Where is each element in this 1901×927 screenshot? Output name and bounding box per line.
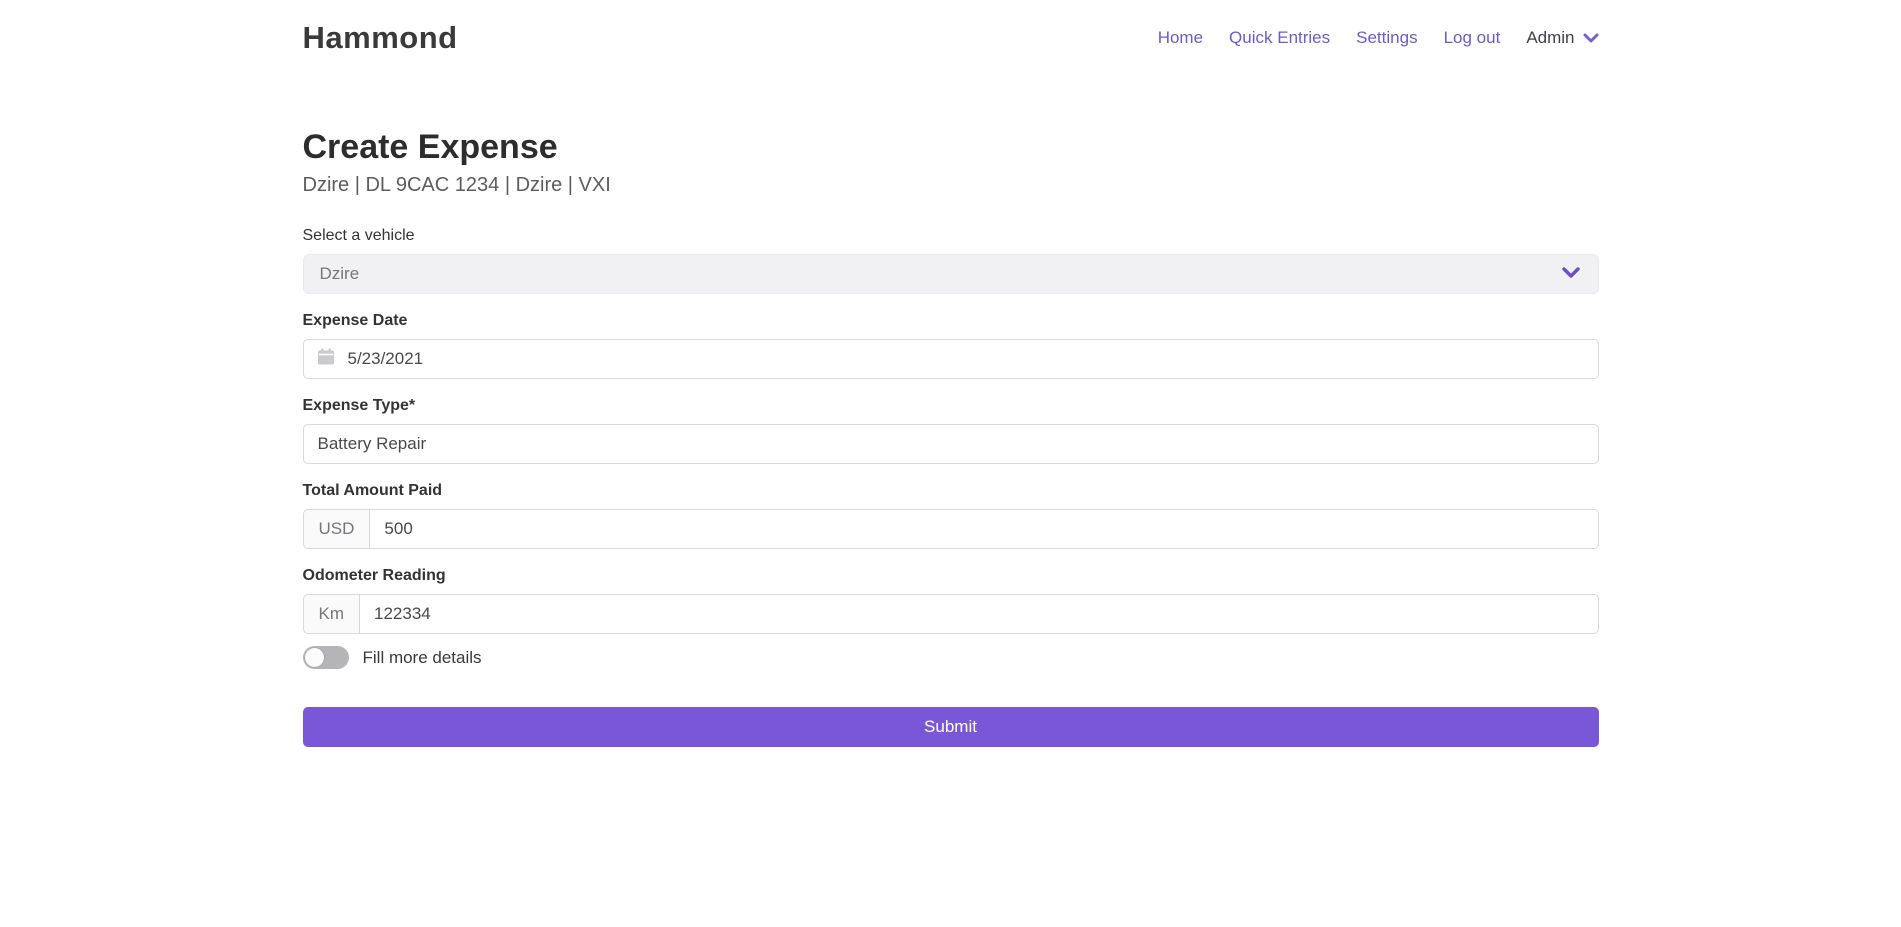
chevron-down-icon (1583, 33, 1599, 43)
total-amount-field-group: Total Amount Paid USD (303, 482, 1599, 549)
vehicle-select-value: Dzire (320, 264, 360, 284)
vehicle-summary: Dzire | DL 9CAC 1234 | Dzire | VXI (303, 174, 1599, 197)
admin-menu[interactable]: Admin (1526, 28, 1598, 48)
nav-link-quick-entries[interactable]: Quick Entries (1229, 28, 1330, 48)
vehicle-field-group: Select a vehicle Dzire (303, 227, 1599, 294)
currency-addon: USD (303, 509, 370, 549)
main-content: Create Expense Dzire | DL 9CAC 1234 | Dz… (291, 128, 1611, 747)
submit-button[interactable]: Submit (303, 707, 1599, 747)
odometer-input[interactable] (359, 594, 1599, 634)
unit-addon: Km (303, 594, 360, 634)
top-navbar: Hammond Home Quick Entries Settings Log … (0, 0, 1901, 76)
toggle-knob (305, 648, 324, 667)
expense-type-input[interactable] (303, 424, 1599, 464)
vehicle-select-label: Select a vehicle (303, 227, 1599, 245)
brand-logo[interactable]: Hammond (303, 20, 458, 56)
chevron-down-icon (1562, 265, 1580, 283)
total-amount-label: Total Amount Paid (303, 482, 1599, 500)
fill-more-details-row: Fill more details (303, 646, 1599, 669)
expense-type-field-group: Expense Type* (303, 397, 1599, 464)
nav-link-settings[interactable]: Settings (1356, 28, 1417, 48)
page-title: Create Expense (303, 128, 1599, 167)
odometer-label: Odometer Reading (303, 567, 1599, 585)
expense-date-field-group: Expense Date (303, 312, 1599, 379)
vehicle-select[interactable]: Dzire (303, 254, 1599, 294)
expense-date-label: Expense Date (303, 312, 1599, 330)
nav-link-logout[interactable]: Log out (1444, 28, 1501, 48)
main-nav: Home Quick Entries Settings Log out Admi… (1158, 28, 1599, 48)
nav-link-home[interactable]: Home (1158, 28, 1203, 48)
fill-more-details-toggle[interactable] (303, 646, 349, 669)
expense-type-label: Expense Type* (303, 397, 1599, 415)
create-expense-form: Select a vehicle Dzire Expense Date (303, 227, 1599, 747)
total-amount-input[interactable] (369, 509, 1598, 549)
expense-date-input[interactable] (303, 339, 1599, 379)
odometer-field-group: Odometer Reading Km (303, 567, 1599, 634)
fill-more-details-label: Fill more details (363, 648, 482, 668)
admin-menu-label: Admin (1526, 28, 1574, 48)
